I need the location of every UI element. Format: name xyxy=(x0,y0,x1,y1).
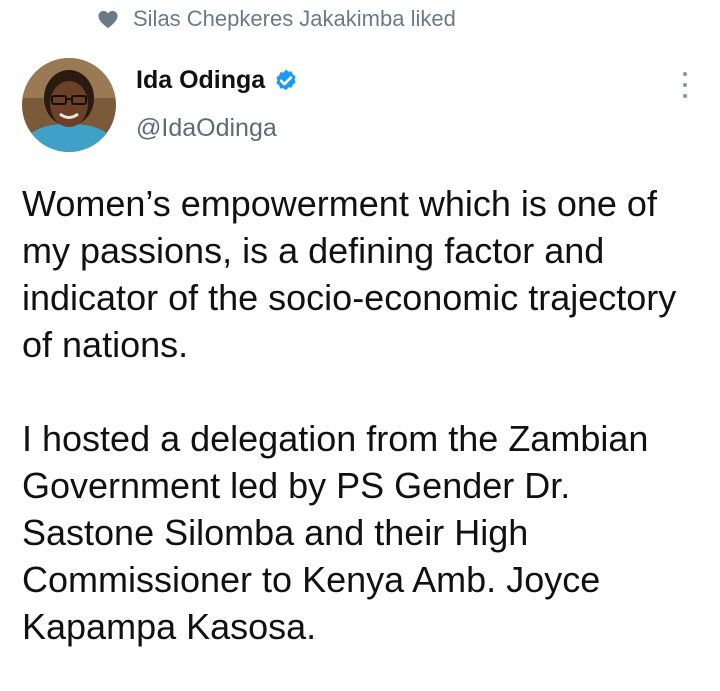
author-handle[interactable]: @IdaOdinga xyxy=(136,114,277,143)
social-context-text: Silas Chepkeres Jakakimba liked xyxy=(133,6,456,31)
avatar[interactable] xyxy=(22,58,116,152)
tweet-paragraph: I hosted a delegation from the Zambian G… xyxy=(22,418,649,647)
tweet-card[interactable]: Silas Chepkeres Jakakimba liked Ida Odin… xyxy=(0,0,720,691)
display-name[interactable]: Ida Odinga xyxy=(136,66,265,95)
more-options-icon[interactable] xyxy=(676,72,694,98)
social-context: Silas Chepkeres Jakakimba liked xyxy=(97,6,456,32)
verified-badge-icon xyxy=(276,69,296,90)
author-name[interactable]: Ida Odinga xyxy=(136,66,299,95)
tweet-text: Women’s empowerment which is one of my p… xyxy=(22,180,712,650)
profile-photo xyxy=(22,58,116,152)
heart-icon xyxy=(98,10,118,29)
tweet-paragraph: Women’s empowerment which is one of my p… xyxy=(22,183,677,365)
